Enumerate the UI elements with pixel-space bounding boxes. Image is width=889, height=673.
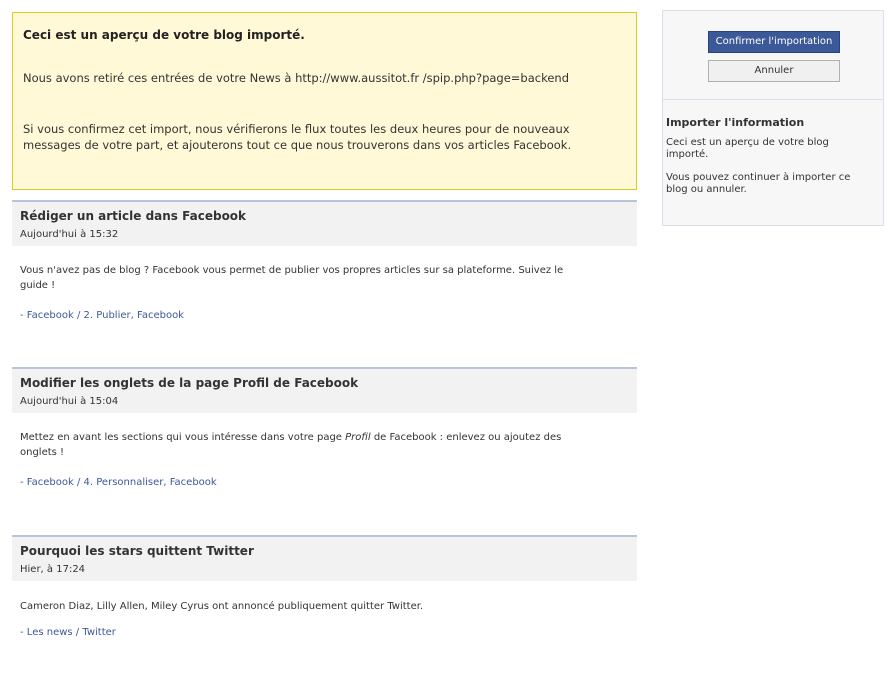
import-notice: Ceci est un aperçu de votre blog importé… — [12, 12, 637, 190]
notice-confirm-info: Si vous confirmez cet import, nous vérif… — [23, 122, 572, 152]
category-link[interactable]: Facebook — [27, 477, 74, 488]
link-separator: / — [73, 310, 84, 321]
article-date: Aujourd'hui à 15:32 — [20, 229, 119, 240]
article-body-emphasis: Profil — [345, 432, 371, 443]
link-prefix: - — [20, 627, 27, 638]
article-date: Aujourd'hui à 15:04 — [20, 396, 119, 407]
article-header: Modifier les onglets de la page Profil d… — [12, 367, 637, 413]
tag-link[interactable]: Facebook — [170, 477, 217, 488]
article-body-text: Mettez en avant les sections qui vous in… — [20, 432, 346, 443]
link-separator: / — [73, 477, 84, 488]
cancel-button[interactable]: Annuler — [708, 60, 840, 82]
category-link[interactable]: Facebook — [27, 310, 74, 321]
link-separator: / — [72, 627, 83, 638]
article-links: - Facebook / 4. Personnaliser, Facebook — [20, 477, 217, 488]
sidebar-title: Importer l'information — [666, 116, 805, 129]
subcategory-link[interactable]: 2. Publier — [84, 310, 131, 321]
subcategory-link[interactable]: 4. Personnaliser — [84, 477, 164, 488]
article-body: Vous n'avez pas de blog ? Facebook vous … — [20, 265, 564, 291]
import-sidebar: Confirmer l'importation Annuler Importer… — [662, 10, 884, 226]
tag-link[interactable]: Facebook — [137, 310, 184, 321]
notice-title: Ceci est un aperçu de votre blog importé… — [23, 28, 305, 42]
article-links: - Les news / Twitter — [20, 627, 116, 638]
article-title: Rédiger un article dans Facebook — [20, 209, 247, 223]
notice-feed-info: Nous avons retiré ces entrées de votre N… — [23, 71, 570, 85]
confirm-import-button[interactable]: Confirmer l'importation — [708, 31, 840, 53]
article-body: Cameron Diaz, Lilly Allen, Miley Cyrus o… — [20, 601, 424, 612]
link-prefix: - — [20, 477, 27, 488]
sidebar-info: Ceci est un aperçu de votre blog importé… — [666, 137, 829, 160]
article-title: Pourquoi les stars quittent Twitter — [20, 544, 254, 558]
sidebar-divider — [663, 99, 883, 100]
subcategory-link[interactable]: Twitter — [82, 627, 116, 638]
article-header: Pourquoi les stars quittent Twitter Hier… — [12, 535, 637, 581]
article-links: - Facebook / 2. Publier, Facebook — [20, 310, 184, 321]
article-header: Rédiger un article dans Facebook Aujourd… — [12, 200, 637, 246]
sidebar-info: Vous pouvez continuer à importer ce blog… — [666, 172, 851, 195]
category-link[interactable]: Les news — [27, 627, 73, 638]
article-title: Modifier les onglets de la page Profil d… — [20, 376, 359, 390]
article-date: Hier, à 17:24 — [20, 564, 86, 575]
article-body: Mettez en avant les sections qui vous in… — [20, 430, 580, 460]
link-prefix: - — [20, 310, 27, 321]
